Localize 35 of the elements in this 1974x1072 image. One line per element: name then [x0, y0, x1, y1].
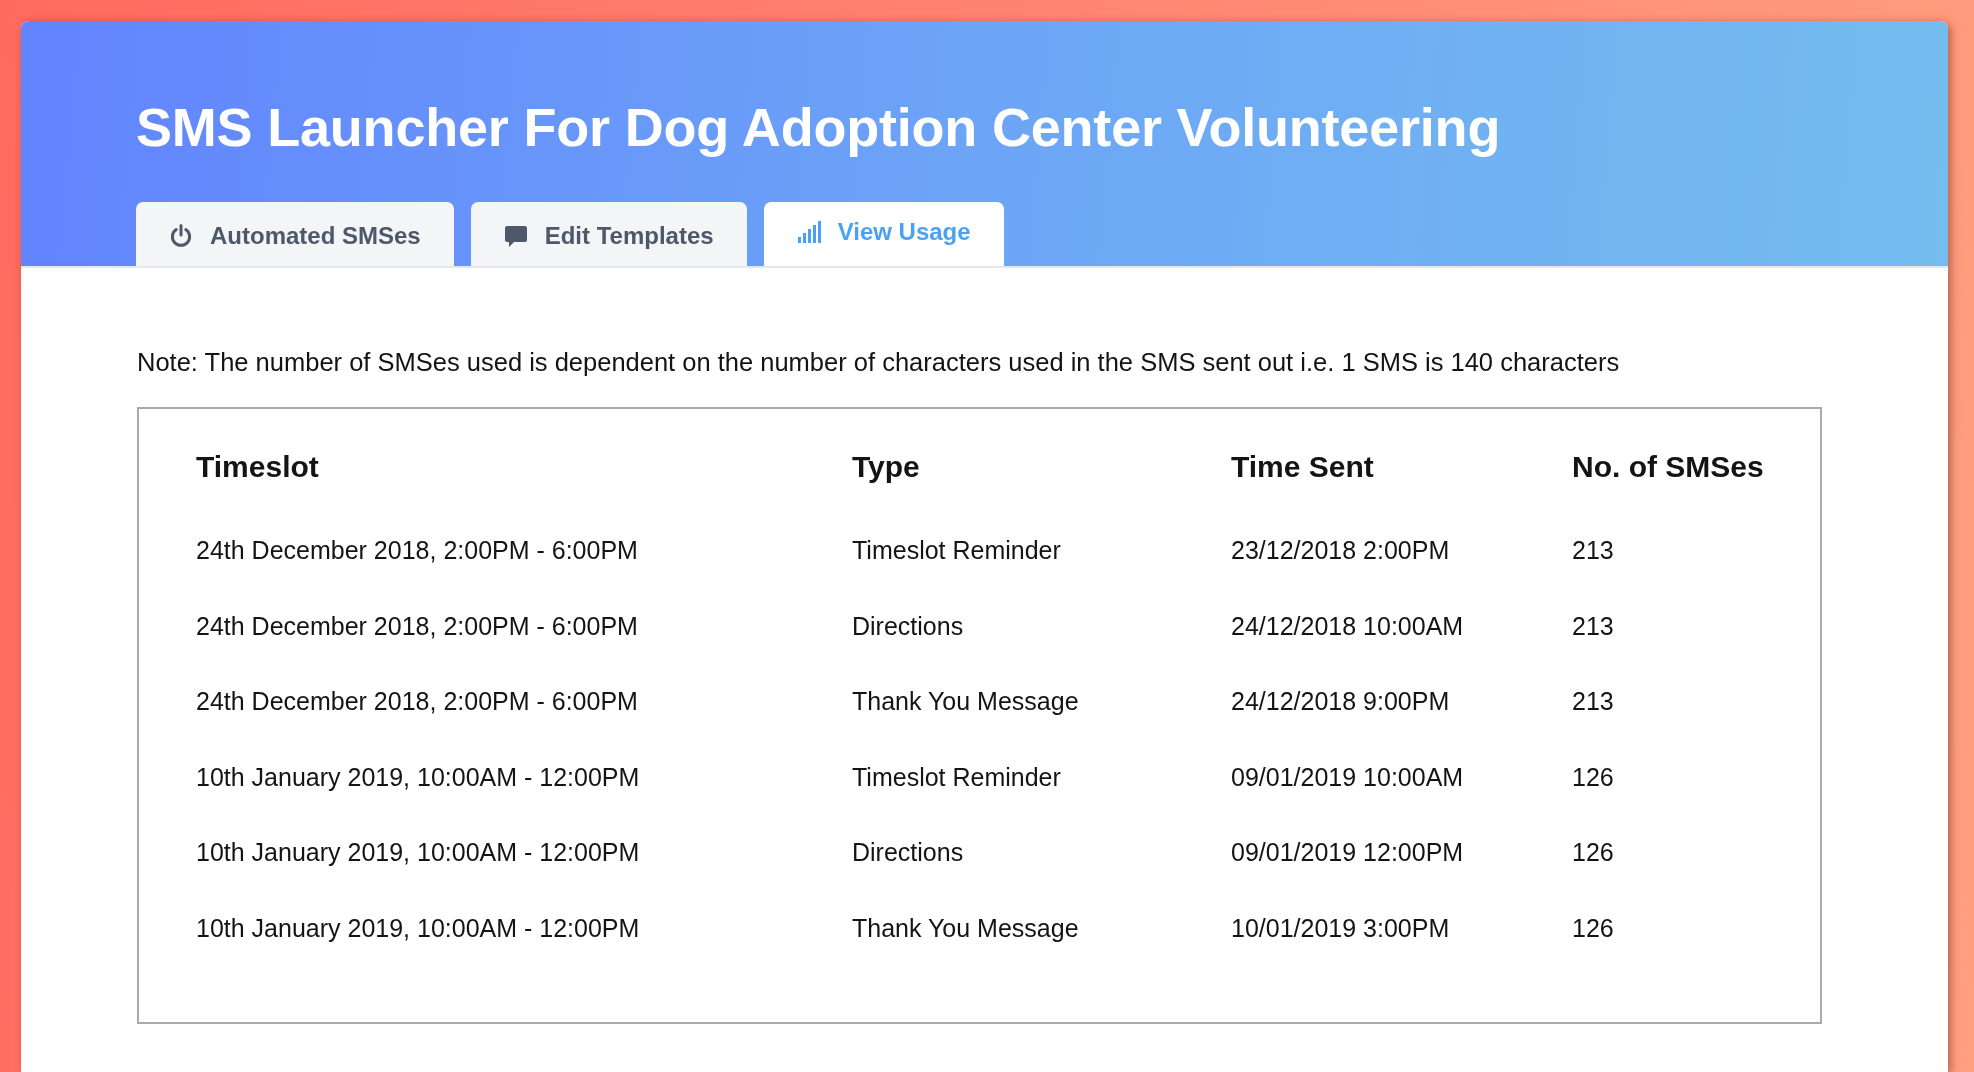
table-cell-text: 24th December 2018, 2:00PM - 6:00PM: [196, 535, 639, 566]
app-title: SMS Launcher For Dog Adoption Center Volunteering: [136, 96, 1502, 159]
table-cell-text: 10th January 2019, 10:00AM - 12:00PM: [196, 912, 641, 944]
signal-bars-icon: [796, 220, 821, 244]
usage-note: Note: The number of SMSes used is dependent on the number of characters used in the SMS sent out i.e. 1 SMS is 140 characters: [137, 347, 1621, 378]
column-header: Time Sent: [1231, 449, 1375, 485]
table-cell-text: 24th December 2018, 2:00PM - 6:00PM: [196, 686, 639, 717]
table-cell-text: 213: [1572, 535, 1615, 566]
table-cell-text: 126: [1572, 912, 1615, 944]
column-header: Type: [852, 449, 921, 485]
table-cell-text: Timeslot Reminder: [852, 535, 1062, 566]
table-cell-text: 24/12/2018 10:00AM: [1231, 610, 1465, 642]
table-cell-text: 126: [1572, 837, 1615, 868]
table-cell-text: 213: [1572, 610, 1615, 642]
power-icon: [169, 224, 193, 248]
table-cell-text: 126: [1572, 761, 1615, 793]
column-header: Timeslot: [196, 449, 320, 485]
table-cell-text: Timeslot Reminder: [852, 761, 1062, 793]
table-cell-text: 24th December 2018, 2:00PM - 6:00PM: [196, 610, 639, 642]
table-cell-text: Directions: [852, 610, 965, 642]
column-header: No. of SMSes: [1572, 449, 1765, 485]
table-cell-text: 23/12/2018 2:00PM: [1231, 535, 1451, 566]
table-cell-text: 24/12/2018 9:00PM: [1231, 686, 1451, 717]
tab[interactable]: Edit Templates: [470, 202, 747, 266]
table-cell-text: 10th January 2019, 10:00AM - 12:00PM: [196, 761, 641, 793]
table-cell-text: Thank You Message: [852, 912, 1080, 944]
table-cell-text: 09/01/2019 12:00PM: [1231, 837, 1465, 868]
table-cell-text: Thank You Message: [852, 686, 1080, 717]
table-cell-text: 213: [1572, 686, 1615, 717]
table-cell-text: 10/01/2019 3:00PM: [1231, 912, 1451, 944]
tab[interactable]: Automated SMSes: [136, 202, 454, 266]
table-cell-text: Directions: [852, 837, 965, 868]
chat-bubble-icon: [503, 224, 528, 248]
table-cell-text: 10th January 2019, 10:00AM - 12:00PM: [196, 837, 641, 868]
table-cell-text: 09/01/2019 10:00AM: [1231, 761, 1465, 793]
